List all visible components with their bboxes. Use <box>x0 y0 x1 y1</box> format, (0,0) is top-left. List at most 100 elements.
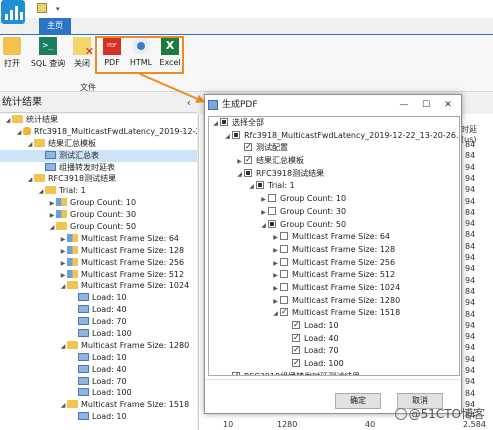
checkbox[interactable] <box>280 282 288 291</box>
checkbox[interactable] <box>292 319 300 332</box>
export-tree-item[interactable]: ◢Multicast Frame Size: 1518 <box>209 306 459 320</box>
checkbox[interactable] <box>280 257 288 266</box>
checkbox[interactable] <box>232 130 240 139</box>
tree-item[interactable]: ▶ Group Count: 30 <box>0 209 197 221</box>
tree-item[interactable]: ◢ 统计结果 <box>0 114 197 126</box>
maximize-button[interactable]: ☐ <box>415 95 437 115</box>
dialog-title-bar: 生成PDF — ☐ ✕ <box>205 95 461 115</box>
export-tree-item[interactable]: Load: 40 <box>209 332 459 346</box>
tree-item[interactable]: Load: 100 <box>0 328 197 340</box>
export-tree-item[interactable]: ▶ Multicast Frame Size: 128 <box>209 244 459 257</box>
export-tree-item[interactable]: ▶ Group Count: 10 <box>209 193 459 206</box>
tree-item[interactable]: 测试汇总表 <box>0 149 197 162</box>
export-tree-item[interactable]: ▶ Multicast Frame Size: 1024 <box>209 282 459 295</box>
minimize-button[interactable]: — <box>393 95 415 115</box>
tree-item[interactable]: ◢ Trial: 1 <box>0 185 197 197</box>
export-tree-item[interactable]: ◢ Trial: 1 <box>209 180 459 193</box>
group-icon <box>67 257 78 266</box>
tab-home[interactable]: 主页 <box>39 18 71 34</box>
tree-item[interactable]: ▶ Multicast Frame Size: 512 <box>0 269 197 281</box>
export-tree-item[interactable]: ▶结果汇总模板 <box>209 154 459 168</box>
tree-item[interactable]: ◢ Group Count: 50 <box>0 221 197 233</box>
export-tree-item[interactable]: ▶ Multicast Frame Size: 64 <box>209 231 459 244</box>
export-tree-item[interactable]: ◢ Group Count: 50 <box>209 219 459 232</box>
grid-icon <box>78 352 89 361</box>
tree-item-label: Trial: 1 <box>59 186 86 196</box>
checkbox[interactable] <box>292 357 300 370</box>
grid-icon <box>78 317 89 326</box>
tree-item[interactable]: ◢ 结果汇总模板 <box>0 138 197 150</box>
tree-item-label: Rfc3918_MulticastFwdLatency_2019-12-2... <box>34 126 197 136</box>
checkbox[interactable] <box>244 154 252 167</box>
grid-icon <box>78 305 89 314</box>
checkbox[interactable] <box>280 270 288 279</box>
tree-item-label: Load: 10 <box>92 412 127 422</box>
ok-button[interactable]: 确定 <box>335 393 381 409</box>
dialog-close-button[interactable]: ✕ <box>437 95 459 115</box>
save-icon[interactable] <box>37 3 47 13</box>
tree-item[interactable]: ▶ Multicast Frame Size: 64 <box>0 233 197 245</box>
checkbox[interactable] <box>220 118 228 126</box>
tree-item[interactable]: Load: 10 <box>0 411 197 423</box>
tree-item[interactable]: Load: 100 <box>0 387 197 399</box>
tree-item[interactable]: Load: 70 <box>0 316 197 328</box>
tree-item[interactable]: ▶ Multicast Frame Size: 256 <box>0 257 197 269</box>
checkbox[interactable] <box>268 194 276 203</box>
folder-icon <box>34 174 45 183</box>
tree-item[interactable]: Load: 70 <box>0 376 197 388</box>
tree-item[interactable]: ▶ Group Count: 10 <box>0 197 197 209</box>
checkbox[interactable] <box>292 344 300 357</box>
checkbox[interactable] <box>232 370 240 375</box>
tree-item[interactable]: ◢ Multicast Frame Size: 1024 <box>0 280 197 292</box>
close-button[interactable]: 关闭 <box>70 37 94 69</box>
tree-item[interactable]: ◢ RFC3918测试结果 <box>0 173 197 185</box>
export-tree-item[interactable]: ▶ Multicast Frame Size: 512 <box>209 269 459 282</box>
export-tree-item[interactable]: Load: 70 <box>209 344 459 358</box>
open-button[interactable]: 打开 <box>2 37 22 69</box>
checkbox[interactable] <box>244 141 252 154</box>
checkbox[interactable] <box>268 219 276 228</box>
export-tree-item[interactable]: ◢ 选择全部 <box>209 117 459 130</box>
tree-item[interactable]: Load: 10 <box>0 292 197 304</box>
tree-item[interactable]: ◢ Rfc3918_MulticastFwdLatency_2019-12-2..… <box>0 126 197 138</box>
export-tree-item[interactable]: Load: 10 <box>209 319 459 333</box>
tree-item[interactable]: 组播转发时延表 <box>0 162 197 174</box>
checkbox[interactable] <box>244 168 252 177</box>
export-tree-item[interactable]: RFC3918组播转发时延测试结果 <box>209 370 459 375</box>
export-tree-item-label: Load: 40 <box>304 333 339 343</box>
tree-item[interactable]: ▶ Multicast Frame Size: 128 <box>0 245 197 257</box>
export-tree-item-label: Multicast Frame Size: 1280 <box>292 295 401 305</box>
grid-icon <box>78 293 89 302</box>
panel-collapse-icon[interactable]: ‹ <box>187 93 191 113</box>
checkbox[interactable] <box>280 244 288 253</box>
terminal-icon: >_ <box>39 37 57 55</box>
tree-item[interactable]: Load: 10 <box>0 352 197 364</box>
export-tree-item[interactable]: ▶ Multicast Frame Size: 256 <box>209 257 459 270</box>
result-tree[interactable]: ◢ 统计结果 ◢ Rfc3918_MulticastFwdLatency_2019-1… <box>0 114 197 430</box>
tree-item[interactable]: Load: 40 <box>0 304 197 316</box>
db-icon <box>23 126 31 135</box>
checkbox[interactable] <box>268 206 276 215</box>
tree-item[interactable]: ◢ Multicast Frame Size: 1280 <box>0 340 197 352</box>
group-icon <box>56 210 67 219</box>
export-tree-item[interactable]: ◢ RFC3918测试结果 <box>209 168 459 181</box>
export-tree-item[interactable]: Load: 100 <box>209 357 459 371</box>
checkbox[interactable] <box>280 232 288 241</box>
checkbox[interactable] <box>280 306 288 319</box>
checkbox[interactable] <box>256 181 264 190</box>
sql-query-button[interactable]: >_ SQL 查询 <box>28 37 68 69</box>
watermark: @51CTO博客 <box>394 405 485 422</box>
tree-item[interactable]: ◢ Multicast Frame Size: 1518 <box>0 399 197 411</box>
export-tree-item[interactable]: ▶ Multicast Frame Size: 1280 <box>209 295 459 308</box>
watermark-text: @51CTO博客 <box>408 407 485 421</box>
checkbox[interactable] <box>292 332 300 344</box>
quick-access-dropdown-icon[interactable]: ▾ <box>56 5 60 13</box>
table-cell: 40 <box>365 420 376 429</box>
table-cell: 10 <box>223 420 234 429</box>
tree-item[interactable]: Load: 40 <box>0 364 197 376</box>
tree-item-label: RFC3918测试结果 <box>48 174 117 184</box>
table-cell: 94 <box>465 185 476 195</box>
export-selection-tree[interactable]: ◢ 选择全部 ◢ Rfc3918_MulticastFwdLatency_2019-1… <box>208 116 460 376</box>
checkbox[interactable] <box>280 295 288 304</box>
export-tree-item[interactable]: ▶ Group Count: 30 <box>209 206 459 219</box>
